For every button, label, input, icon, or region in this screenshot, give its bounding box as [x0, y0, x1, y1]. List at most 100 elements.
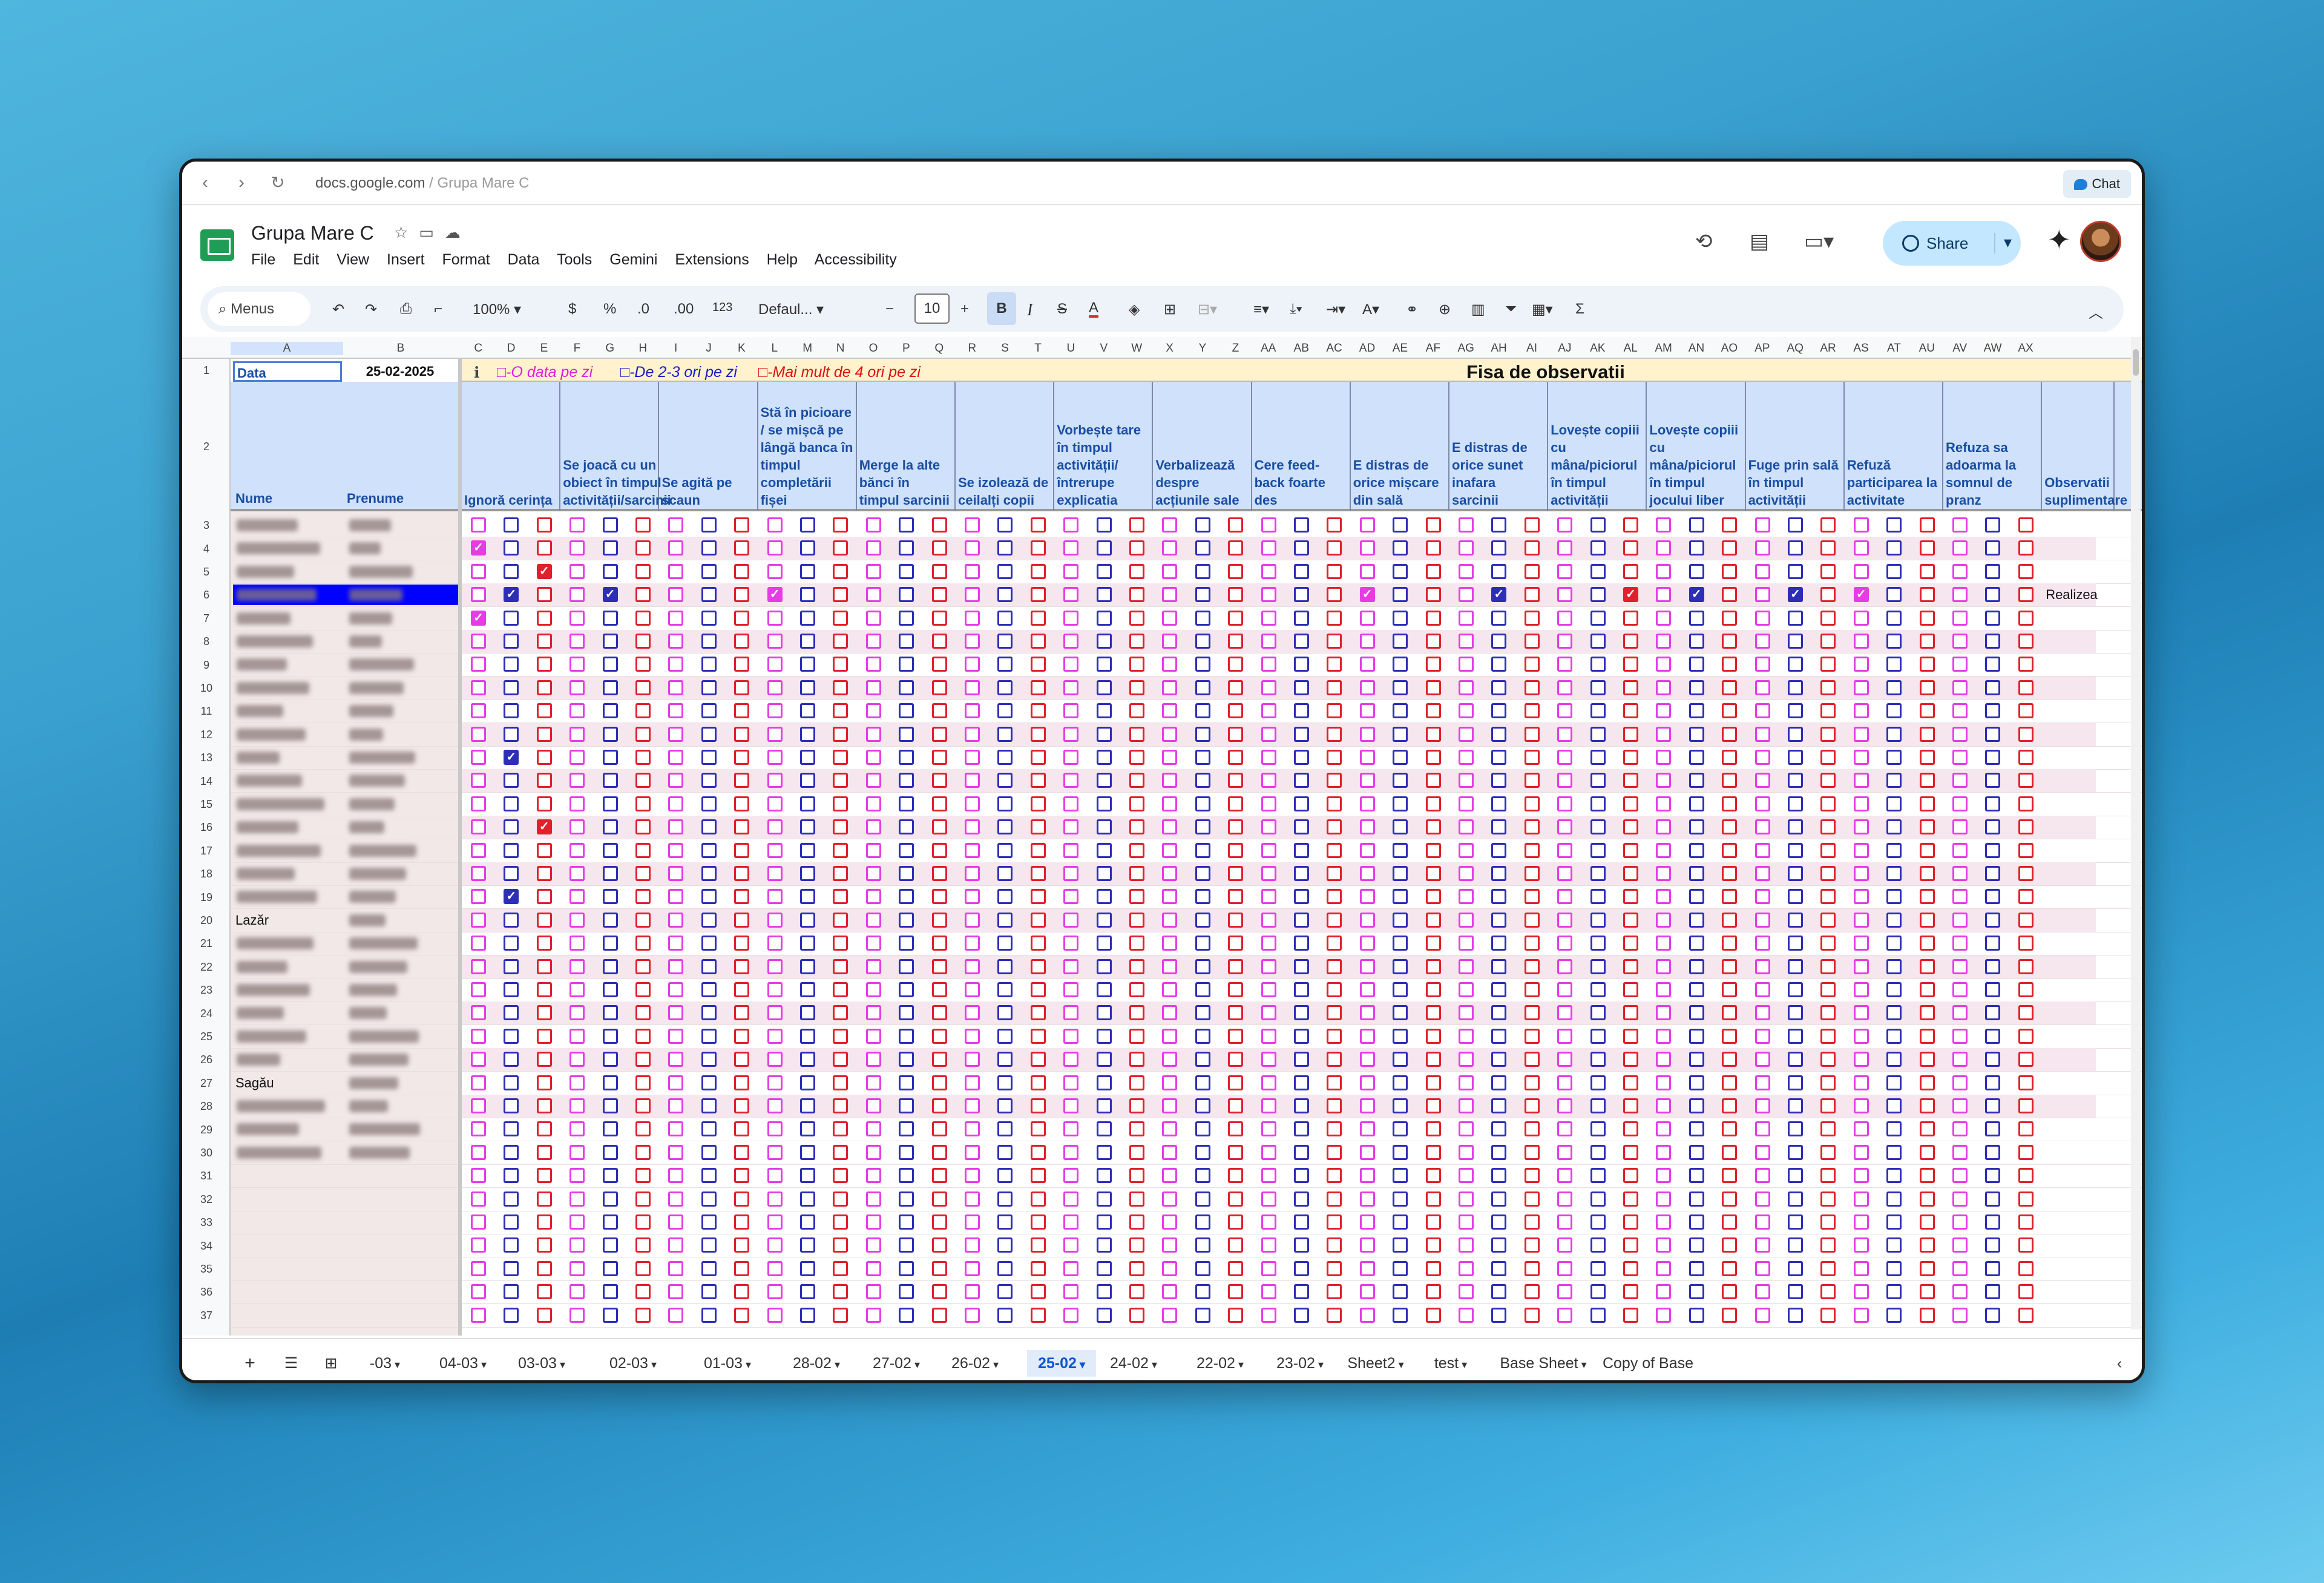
checkbox[interactable]: ✓	[1788, 587, 1803, 603]
checkbox[interactable]	[1425, 703, 1441, 719]
checkbox[interactable]	[570, 1214, 585, 1230]
checkbox[interactable]	[504, 657, 519, 672]
checkbox[interactable]	[1952, 819, 1968, 835]
checkbox[interactable]	[2018, 796, 2034, 811]
checkbox[interactable]	[1393, 936, 1408, 951]
checkbox[interactable]	[602, 1052, 618, 1067]
checkbox[interactable]	[899, 1005, 914, 1021]
checkbox[interactable]	[1623, 563, 1638, 579]
checkbox[interactable]	[1129, 1028, 1144, 1044]
checkbox[interactable]	[1425, 1028, 1441, 1044]
checkbox[interactable]	[1425, 1098, 1441, 1113]
checkbox[interactable]	[1557, 1144, 1573, 1160]
checkbox[interactable]	[1952, 1307, 1968, 1323]
checkbox[interactable]	[1919, 1168, 1935, 1184]
checkbox[interactable]	[1590, 1005, 1606, 1021]
checkbox[interactable]	[2018, 842, 2034, 858]
checkbox[interactable]	[1590, 610, 1606, 626]
tab-menu-icon[interactable]: ▾	[911, 1358, 920, 1371]
checkbox[interactable]	[701, 1284, 717, 1300]
checkbox[interactable]	[931, 1284, 947, 1300]
checkbox[interactable]	[1459, 1284, 1474, 1300]
checkbox[interactable]	[1919, 1284, 1935, 1300]
checkbox[interactable]	[1952, 1191, 1968, 1207]
tab-menu-icon[interactable]: ▾	[1396, 1358, 1404, 1371]
checkbox[interactable]	[1952, 796, 1968, 811]
checkbox[interactable]	[1129, 1191, 1144, 1207]
checkbox[interactable]	[2018, 866, 2034, 881]
checkbox[interactable]	[1327, 936, 1342, 951]
checkbox[interactable]	[570, 1098, 585, 1113]
checkbox[interactable]	[1952, 982, 1968, 997]
checkbox[interactable]	[1985, 1237, 2001, 1253]
checkbox[interactable]	[1459, 587, 1474, 603]
checkbox[interactable]	[1886, 1098, 1902, 1113]
checkbox[interactable]	[734, 1005, 750, 1021]
checkbox[interactable]	[1952, 657, 1968, 672]
checkbox[interactable]	[1557, 1214, 1573, 1230]
checkbox[interactable]	[1129, 1214, 1144, 1230]
column-header-aa[interactable]: AA	[1252, 342, 1285, 355]
checkbox[interactable]	[767, 842, 783, 858]
checkbox[interactable]	[2018, 1284, 2034, 1300]
checkbox[interactable]	[931, 634, 947, 649]
strikethrough-button[interactable]: S	[1057, 301, 1067, 318]
checkbox[interactable]	[1327, 773, 1342, 788]
checkbox[interactable]	[570, 1260, 585, 1276]
checkbox[interactable]	[1393, 657, 1408, 672]
checkbox[interactable]	[899, 1121, 914, 1137]
checkbox[interactable]	[865, 773, 881, 788]
checkbox[interactable]	[1030, 1191, 1046, 1207]
checkbox[interactable]	[504, 1307, 519, 1323]
checkbox[interactable]	[635, 1028, 651, 1044]
checkbox[interactable]	[1853, 610, 1869, 626]
checkbox[interactable]	[1820, 657, 1836, 672]
checkbox[interactable]	[1162, 1214, 1178, 1230]
sheet-tab[interactable]: Sheet2 ▾	[1345, 1350, 1406, 1377]
font-size-decrease-button[interactable]: −	[885, 301, 894, 318]
checkbox[interactable]	[1096, 610, 1112, 626]
checkbox[interactable]	[1459, 1121, 1474, 1137]
checkbox[interactable]	[1425, 726, 1441, 742]
checkbox[interactable]	[1919, 1144, 1935, 1160]
checkbox[interactable]	[1557, 726, 1573, 742]
checkbox[interactable]	[767, 936, 783, 951]
checkbox[interactable]	[1063, 726, 1079, 742]
checkbox[interactable]	[1788, 773, 1803, 788]
checkbox[interactable]	[1656, 634, 1672, 649]
checkbox[interactable]	[635, 982, 651, 997]
checkbox[interactable]	[536, 1005, 552, 1021]
checkbox[interactable]	[701, 657, 717, 672]
checkbox[interactable]	[1623, 1098, 1638, 1113]
checkbox[interactable]	[536, 959, 552, 974]
checkbox[interactable]	[570, 634, 585, 649]
checkbox[interactable]	[1129, 1052, 1144, 1067]
checkbox[interactable]	[1919, 680, 1935, 695]
checkbox[interactable]	[536, 842, 552, 858]
checkbox[interactable]	[1162, 1168, 1178, 1184]
checkbox[interactable]	[1886, 587, 1902, 603]
checkbox[interactable]	[899, 1260, 914, 1276]
checkbox[interactable]	[1393, 796, 1408, 811]
checkbox[interactable]	[899, 750, 914, 765]
checkbox[interactable]	[965, 796, 980, 811]
checkbox[interactable]	[1393, 819, 1408, 835]
checkbox[interactable]	[767, 796, 783, 811]
checkbox[interactable]	[931, 610, 947, 626]
checkbox[interactable]	[635, 796, 651, 811]
checkbox[interactable]	[635, 1168, 651, 1184]
checkbox[interactable]	[1096, 959, 1112, 974]
checkbox[interactable]	[1459, 1237, 1474, 1253]
checkbox[interactable]	[1195, 634, 1210, 649]
checkbox[interactable]	[865, 703, 881, 719]
checkbox[interactable]	[1788, 703, 1803, 719]
collapse-toolbar-icon[interactable]: ︿	[2089, 301, 2103, 322]
checkbox[interactable]	[1689, 634, 1704, 649]
checkbox[interactable]	[1689, 1144, 1704, 1160]
checkbox[interactable]	[1590, 1098, 1606, 1113]
checkbox[interactable]	[1853, 1028, 1869, 1044]
checkbox[interactable]	[536, 1260, 552, 1276]
checkbox[interactable]	[965, 1260, 980, 1276]
checkbox[interactable]	[1327, 912, 1342, 928]
row-number[interactable]: 10	[182, 682, 231, 695]
